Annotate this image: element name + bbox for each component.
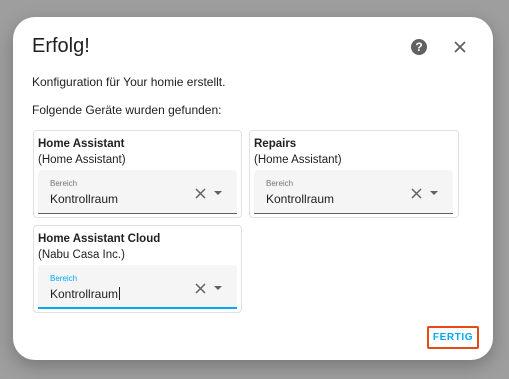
clear-icon[interactable] — [195, 188, 206, 199]
config-created-text: Konfiguration für Your homie erstellt. — [32, 75, 226, 89]
help-icon[interactable]: ? — [411, 39, 427, 55]
device-manufacturer: (Home Assistant) — [254, 154, 342, 166]
device-manufacturer: (Nabu Casa Inc.) — [38, 249, 125, 261]
area-value: Kontrollraum — [266, 192, 335, 206]
close-icon[interactable] — [453, 40, 467, 54]
device-name: Home Assistant — [38, 138, 125, 150]
device-card-home-assistant-cloud: Home Assistant Cloud (Nabu Casa Inc.) Be… — [33, 225, 242, 313]
area-value: Kontrollraum — [50, 287, 119, 301]
chevron-down-icon[interactable] — [430, 191, 438, 195]
area-select[interactable]: Bereich Kontrollraum — [254, 170, 453, 214]
area-label: Bereich — [50, 274, 78, 283]
area-select[interactable]: Bereich Kontrollraum — [38, 170, 237, 214]
chevron-down-icon[interactable] — [214, 191, 222, 195]
clear-icon[interactable] — [411, 188, 422, 199]
success-dialog: Erfolg! ? Konfiguration für Your homie e… — [13, 17, 493, 360]
finish-button[interactable]: FERTIG — [427, 326, 479, 349]
dialog-title: Erfolg! — [32, 35, 90, 57]
text-cursor — [119, 287, 121, 300]
device-card-home-assistant: Home Assistant (Home Assistant) Bereich … — [33, 130, 242, 218]
area-label: Bereich — [266, 179, 294, 188]
area-value-wrap[interactable]: Kontrollraum — [50, 287, 121, 301]
device-name: Home Assistant Cloud — [38, 233, 161, 245]
device-name: Repairs — [254, 138, 297, 150]
device-card-repairs: Repairs (Home Assistant) Bereich Kontrol… — [249, 130, 459, 218]
devices-found-text: Folgende Geräte wurden gefunden: — [32, 103, 222, 117]
area-select[interactable]: Bereich Kontrollraum — [38, 265, 237, 309]
clear-icon[interactable] — [195, 283, 206, 294]
area-label: Bereich — [50, 179, 78, 188]
chevron-down-icon[interactable] — [214, 286, 222, 290]
area-value: Kontrollraum — [50, 192, 119, 206]
device-manufacturer: (Home Assistant) — [38, 154, 126, 166]
